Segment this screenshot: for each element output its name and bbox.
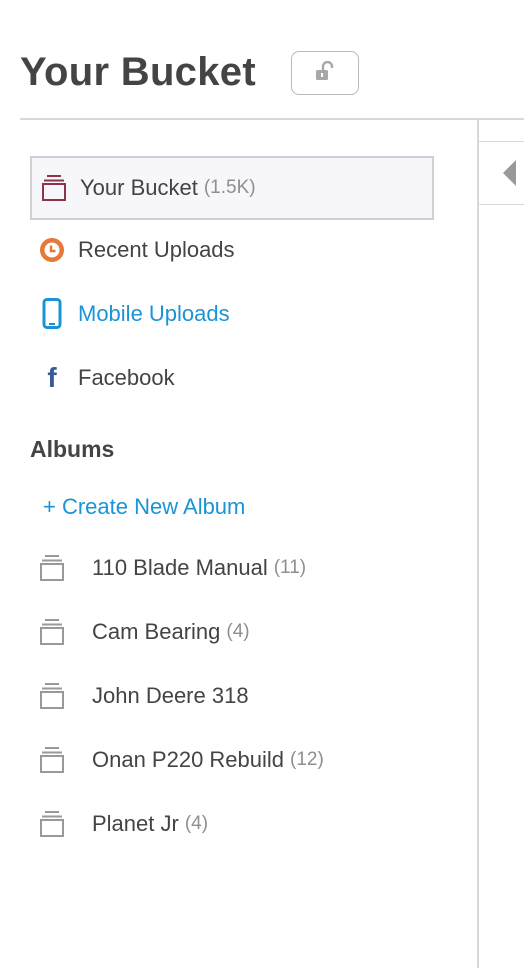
album-item[interactable]: Cam Bearing (4): [38, 600, 434, 664]
header-divider: [20, 118, 524, 120]
item-count: (1.5K): [203, 177, 256, 198]
album-icon: [38, 680, 66, 712]
album-icon: [38, 616, 66, 648]
album-icon: [38, 808, 66, 840]
page-title: Your Bucket: [20, 50, 256, 94]
sidebar-item-mobile-uploads[interactable]: Mobile Uploads: [30, 282, 434, 346]
sidebar-item-facebook[interactable]: f Facebook: [30, 346, 434, 410]
sidebar-item-recent-uploads[interactable]: Recent Uploads: [30, 218, 434, 282]
album-label: John Deere 318: [92, 683, 249, 708]
phone-icon: [38, 298, 66, 330]
album-item[interactable]: Planet Jr (4): [38, 792, 434, 856]
album-label: 110 Blade Manual: [92, 555, 268, 580]
album-count: (12): [290, 749, 324, 770]
album-label: Cam Bearing: [92, 619, 221, 644]
lock-toggle-button[interactable]: [291, 51, 359, 95]
sidebar-item-label: Recent Uploads: [78, 237, 235, 262]
facebook-icon: f: [47, 362, 57, 393]
sidebar-item-your-bucket[interactable]: Your Bucket (1.5K): [30, 156, 434, 220]
albums-heading: Albums: [30, 436, 115, 462]
sidebar-item-label: Your Bucket: [80, 175, 198, 200]
panel-divider: [477, 120, 479, 968]
album-count: (4): [226, 621, 250, 642]
album-item[interactable]: 110 Blade Manual (11): [38, 536, 434, 600]
album-item[interactable]: Onan P220 Rebuild (12): [38, 728, 434, 792]
chevron-left-icon: [503, 160, 516, 186]
album-count: (4): [184, 813, 209, 834]
album-label: Planet Jr: [92, 811, 179, 836]
album-item[interactable]: John Deere 318: [38, 664, 434, 728]
create-new-album-link[interactable]: + Create New Album: [43, 494, 245, 520]
album-count: (11): [273, 557, 307, 578]
sidebar-item-label: Mobile Uploads: [78, 301, 230, 326]
unlocked-padlock-icon: [314, 60, 336, 86]
album-icon: [38, 744, 66, 776]
album-label: Onan P220 Rebuild: [92, 747, 285, 772]
clock-icon: [38, 234, 66, 266]
sidebar-item-label: Facebook: [78, 365, 175, 390]
collapse-sidebar-button[interactable]: [479, 141, 524, 205]
bucket-icon: [40, 172, 68, 204]
album-icon: [38, 552, 66, 584]
